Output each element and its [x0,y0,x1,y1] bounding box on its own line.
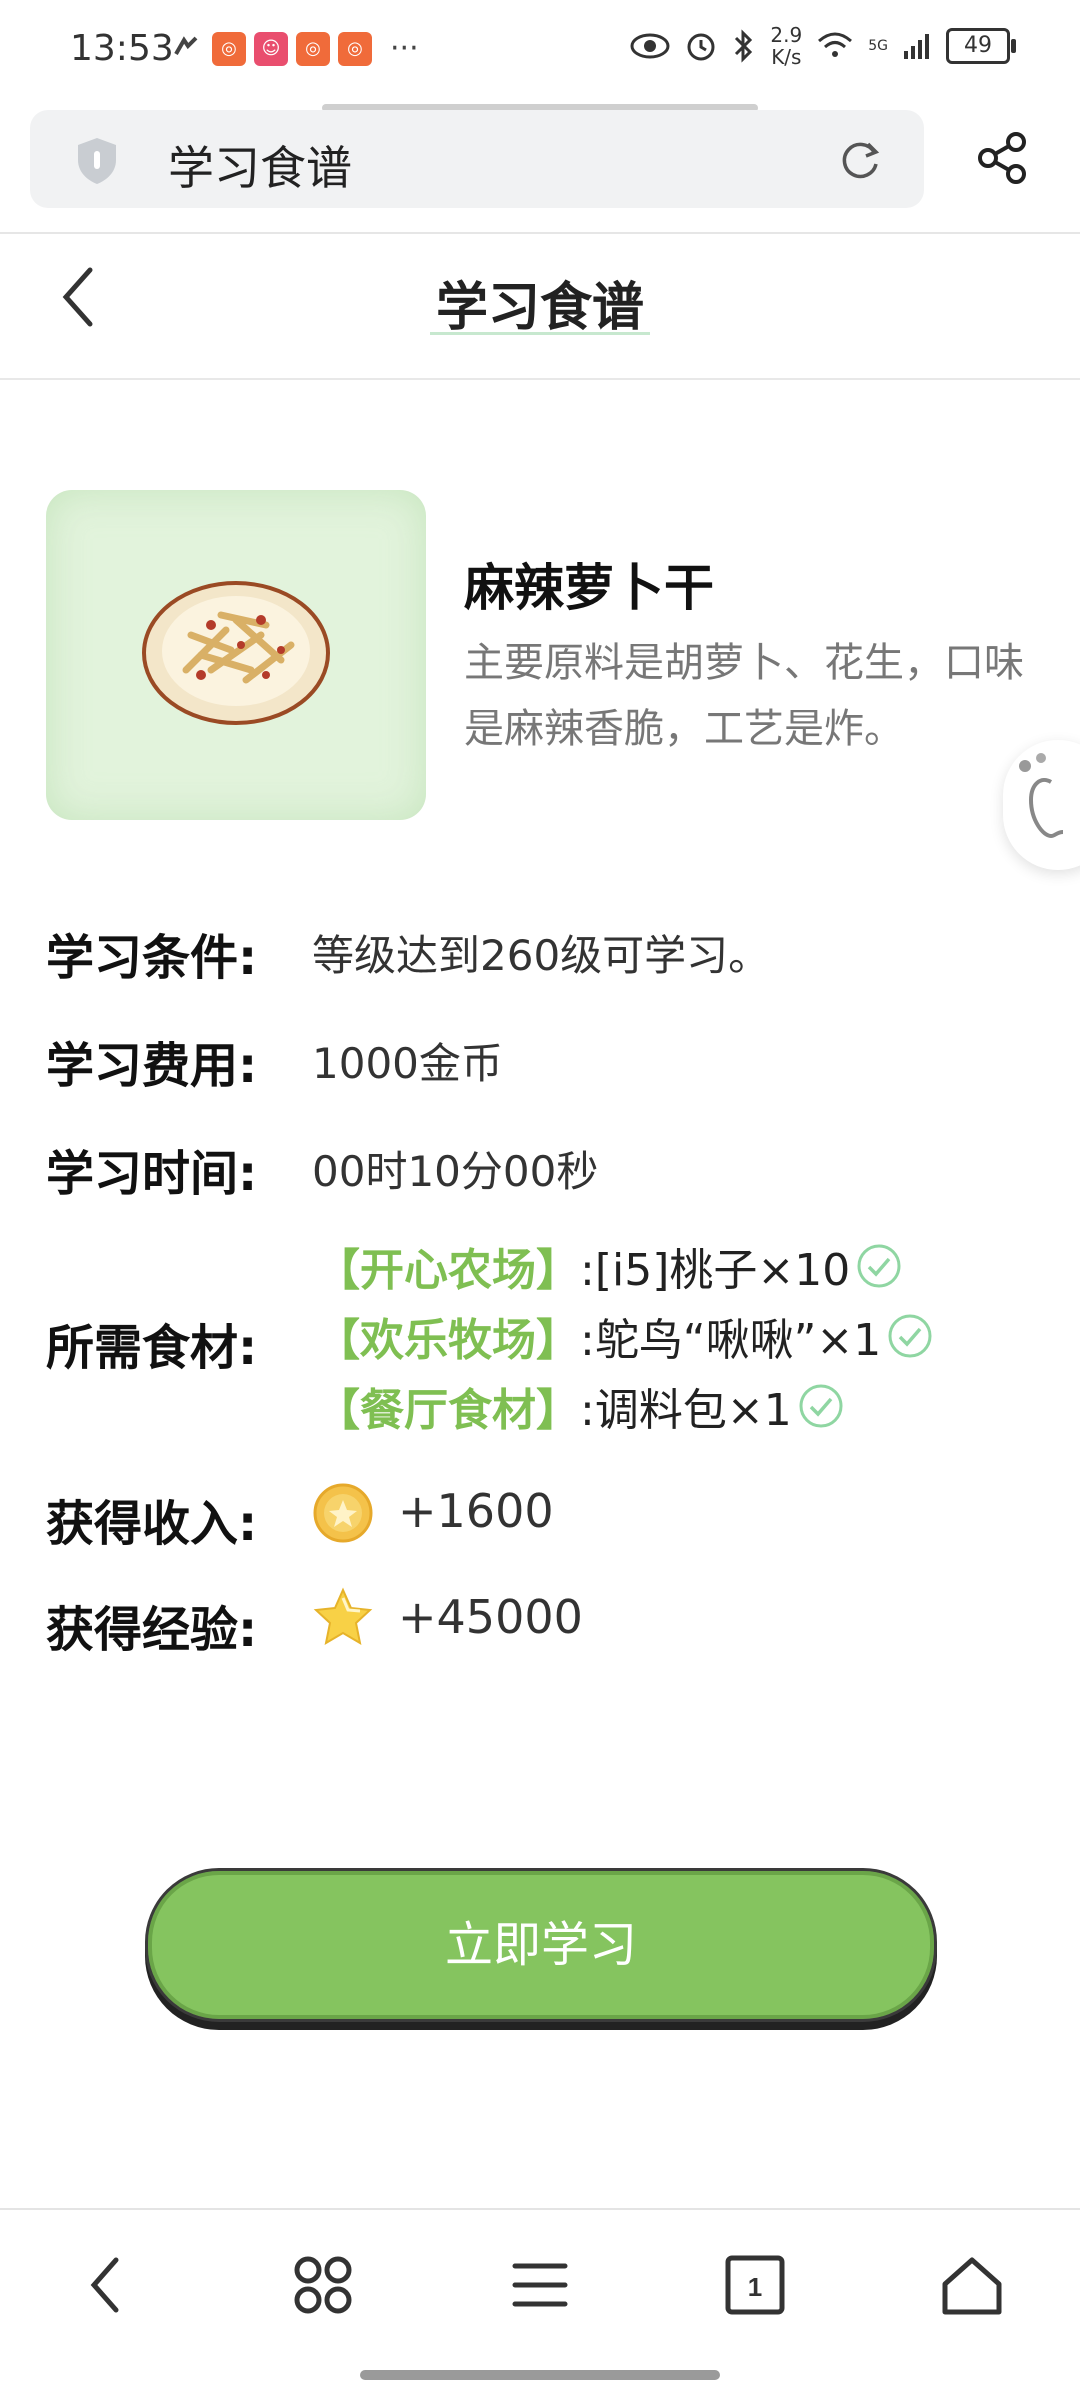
dish-illustration [142,581,330,725]
ingredient-row: 【开心农场】 :[i5]桃子×10 [316,1234,902,1298]
ingredient-text: :鸵鸟“啾啾”×1 [580,1315,882,1366]
network-speed: 2.9 K/s [770,24,802,68]
time-value: 00时10分00秒 [312,1147,599,1196]
ingredient-text: :[i5]桃子×10 [580,1245,851,1296]
ingredient-source-tag: 【餐厅食材】 [316,1385,580,1436]
condition-label: 学习条件: [46,930,258,986]
gesture-bar[interactable] [360,2370,720,2380]
nav-back-icon[interactable] [72,2250,142,2320]
income-value: +1600 [398,1484,554,1538]
check-circle-icon [857,1244,901,1288]
nav-apps-icon[interactable] [288,2250,358,2320]
more-notifications-icon: ··· [390,31,419,66]
income-label: 获得收入: [46,1496,258,1552]
ingredient-row: 【餐厅食材】 :调料包×1 [316,1374,844,1438]
cellular-label: 5G [868,38,888,54]
status-bar: 13:53 ◎ ☺ ◎ ◎ ··· 2.9 K/s 5G 49 [0,0,1080,100]
app-notification-icon: ◎ [296,32,330,66]
status-time: 13:53 [70,28,174,69]
gold-coin-icon [313,1483,373,1543]
ingredient-row: 【欢乐牧场】 :鸵鸟“啾啾”×1 [316,1304,933,1368]
recipe-thumbnail [46,490,426,820]
nav-tabs-icon[interactable]: 1 [720,2250,790,2320]
share-icon[interactable] [972,128,1032,188]
app-notification-icon: ◎ [212,32,246,66]
status-indicators: 2.9 K/s 5G 49 [630,24,1016,68]
network-speed-value: 2.9 [770,23,803,47]
check-circle-icon [888,1314,932,1358]
cost-label: 学习费用: [46,1038,258,1094]
condition-value: 等级达到260级可学习。 [312,931,771,980]
cost-value: 1000金币 [312,1039,503,1088]
app-notification-icon: ☺ [254,32,288,66]
apple-icon [1019,753,1064,839]
signal-heart-icon [174,36,198,55]
eye-icon [630,33,670,59]
ingredient-text: :调料包×1 [580,1385,792,1436]
exp-label: 获得经验: [46,1602,258,1658]
svg-text:1: 1 [748,2272,762,2302]
floating-badge-button[interactable] [1003,740,1080,870]
wifi-icon [818,32,853,57]
learn-now-button[interactable]: 立即学习 [145,1868,937,2022]
alarm-icon [687,33,715,61]
reload-icon[interactable] [836,136,884,184]
check-circle-icon [799,1384,843,1428]
cellular-signal-icon [904,34,929,59]
star-icon [313,1587,373,1645]
nav-home-icon[interactable] [937,2250,1007,2320]
exp-value: +45000 [398,1590,583,1644]
divider [0,232,1080,234]
recipe-name: 麻辣萝卜干 [464,559,714,617]
status-notification-icons: ◎ ☺ ◎ ◎ ··· [170,32,419,66]
title-underline [430,332,650,335]
nav-menu-icon[interactable] [505,2250,575,2320]
address-text[interactable]: 学习食谱 [168,132,352,198]
battery-indicator: 49 [946,28,1016,64]
bluetooth-icon [735,29,753,63]
ingredient-source-tag: 【欢乐牧场】 [316,1315,580,1366]
time-label: 学习时间: [46,1146,258,1202]
address-bar[interactable]: 学习食谱 [30,110,924,208]
app-notification-icon: ◎ [338,32,372,66]
divider [0,378,1080,380]
ingredient-source-tag: 【开心农场】 [316,1245,580,1296]
ingredients-label: 所需食材: [46,1320,258,1376]
network-speed-unit: K/s [771,45,802,69]
shield-icon[interactable] [70,134,124,188]
recipe-description: 主要原料是胡萝卜、花生，口味是麻辣香脆，工艺是炸。 [464,640,1024,752]
page-title: 学习食谱 [435,278,644,338]
divider [0,2208,1080,2210]
